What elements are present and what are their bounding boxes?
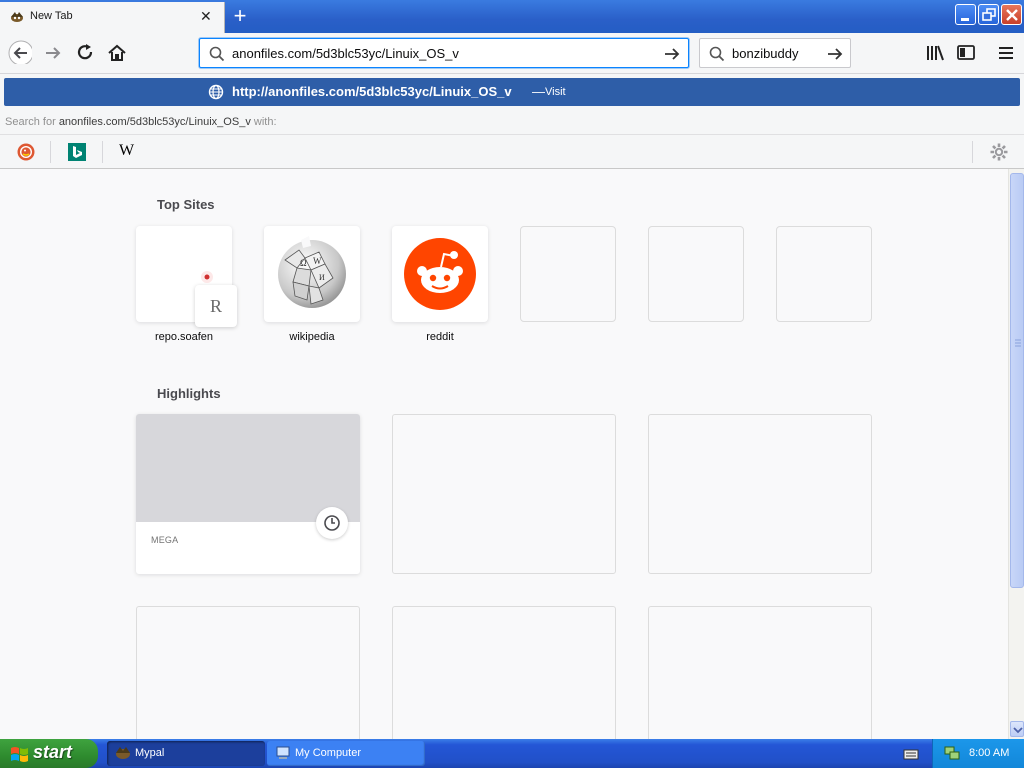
highlight-empty-slot — [392, 606, 616, 739]
top-site-label: wikipedia — [289, 331, 335, 343]
navigation-toolbar: anonfiles.com/5d3blc53yc/Linuix_OS_v bon… — [0, 33, 1024, 74]
visit-label: Visit — [545, 86, 566, 98]
engine-separator — [972, 141, 973, 163]
highlight-empty-slot — [136, 606, 360, 739]
taskbar-item-label: My Computer — [295, 747, 362, 759]
top-site-repo-soafen[interactable]: R — [136, 226, 237, 327]
search-go-arrow-icon[interactable] — [826, 45, 844, 63]
grip-icon — [1015, 339, 1021, 347]
search-icon — [709, 46, 725, 62]
one-off-search-engines: W — [0, 134, 1024, 168]
wikipedia-icon[interactable]: W — [119, 142, 137, 160]
visit-suggestion-row[interactable]: http://anonfiles.com/5d3blc53yc/Linuix_O… — [4, 78, 1020, 106]
sidebar-icon[interactable] — [955, 41, 979, 65]
highlight-empty-slot — [648, 606, 872, 739]
home-icon[interactable] — [106, 41, 130, 65]
search-for-row: Search for anonfiles.com/5d3blc53yc/Linu… — [5, 116, 277, 128]
forward-arrow-icon[interactable] — [42, 41, 66, 65]
system-tray: 8:00 AM — [932, 739, 1024, 768]
page-scrollbar[interactable] — [1008, 169, 1024, 739]
url-suggestions-dropdown: http://anonfiles.com/5d3blc53yc/Linuix_O… — [0, 74, 1024, 169]
search-settings-gear-icon[interactable] — [989, 142, 1009, 162]
top-sites-title: Top Sites — [157, 197, 215, 212]
top-site-label: repo.soafen — [154, 331, 214, 343]
new-tab-plus-icon[interactable]: + — [230, 4, 250, 28]
visit-separator: — — [532, 84, 545, 99]
windows-flag-icon — [11, 747, 28, 762]
top-site-wikipedia[interactable]: Ω W И — [264, 226, 360, 322]
svg-text:И: И — [319, 273, 325, 282]
windows-taskbar: start Mypal My Computer 8:00 AM — [0, 739, 1024, 768]
network-icon[interactable] — [943, 745, 961, 761]
search-bar[interactable]: bonzibuddy — [699, 38, 851, 68]
taskbar-item-label: Mypal — [135, 747, 165, 759]
taskbar-clock: 8:00 AM — [969, 747, 1010, 759]
top-site-reddit[interactable] — [392, 226, 488, 322]
chevron-down-icon — [1013, 727, 1023, 734]
svg-text:W: W — [313, 256, 322, 266]
minimize-window-button[interactable] — [955, 4, 976, 25]
svg-text:Ω: Ω — [300, 258, 307, 268]
engine-separator — [50, 141, 51, 163]
start-label: start — [33, 742, 73, 762]
search-for-prefix: Search for — [5, 116, 56, 128]
start-button[interactable]: start — [0, 739, 98, 768]
top-site-empty-slot[interactable] — [776, 226, 872, 322]
back-arrow-icon[interactable] — [8, 40, 32, 64]
browser-tab-strip: New Tab ✕ + — [0, 0, 1024, 33]
new-tab-page: Top Sites R repo.soafen Ω W И wikipedia — [0, 169, 1008, 739]
url-bar[interactable]: anonfiles.com/5d3blc53yc/Linuix_OS_v — [199, 38, 689, 68]
computer-icon — [276, 746, 290, 759]
top-site-empty-slot[interactable] — [520, 226, 616, 322]
close-window-button[interactable] — [1001, 4, 1022, 25]
repo-favicon-icon — [201, 271, 213, 283]
badge-letter: R — [209, 296, 222, 316]
highlight-card-mega[interactable]: MEGA — [136, 414, 360, 574]
highlight-history-badge — [316, 507, 348, 539]
close-icon — [1006, 9, 1018, 21]
search-icon — [209, 46, 225, 62]
highlight-source: MEGA — [151, 535, 179, 545]
search-input[interactable]: bonzibuddy — [732, 46, 799, 61]
repo-letter-badge: R — [195, 285, 237, 327]
engine-separator — [102, 141, 103, 163]
clock-icon — [324, 515, 340, 531]
duckduckgo-icon[interactable] — [17, 143, 35, 161]
tab-new-tab[interactable]: New Tab ✕ — [0, 2, 225, 33]
keyboard-icon[interactable] — [903, 747, 919, 761]
highlight-empty-slot — [648, 414, 872, 574]
mypal-favicon-icon — [11, 12, 23, 22]
taskbar-item-my-computer[interactable]: My Computer — [267, 741, 425, 766]
top-site-empty-slot[interactable] — [648, 226, 744, 322]
wikipedia-globe-icon: Ω W И — [278, 236, 346, 308]
minimize-icon — [961, 18, 969, 21]
highlight-thumbnail — [136, 414, 360, 522]
globe-icon — [208, 84, 224, 100]
tab-close-icon[interactable]: ✕ — [200, 8, 212, 24]
go-arrow-icon[interactable] — [663, 45, 681, 63]
restore-window-button[interactable] — [978, 4, 999, 25]
reload-icon[interactable] — [75, 41, 99, 65]
search-for-suffix: with: — [253, 116, 277, 128]
highlights-title: Highlights — [157, 386, 221, 401]
tab-title: New Tab — [30, 10, 73, 22]
url-input[interactable]: anonfiles.com/5d3blc53yc/Linuix_OS_v — [232, 46, 459, 61]
library-icon[interactable] — [924, 41, 948, 65]
visit-url-text: http://anonfiles.com/5d3blc53yc/Linuix_O… — [232, 84, 512, 99]
bing-icon[interactable] — [68, 143, 86, 161]
search-for-query: anonfiles.com/5d3blc53yc/Linuix_OS_v — [58, 116, 251, 128]
reddit-alien-icon — [404, 238, 476, 310]
top-site-label: reddit — [426, 331, 454, 343]
mypal-icon — [116, 747, 130, 759]
scrollbar-thumb[interactable] — [1010, 173, 1024, 588]
restore-icon — [982, 8, 996, 21]
scroll-down-button[interactable] — [1010, 721, 1024, 737]
taskbar-item-mypal[interactable]: Mypal — [107, 741, 265, 766]
menu-hamburger-icon[interactable] — [995, 41, 1019, 65]
highlight-empty-slot — [392, 414, 616, 574]
